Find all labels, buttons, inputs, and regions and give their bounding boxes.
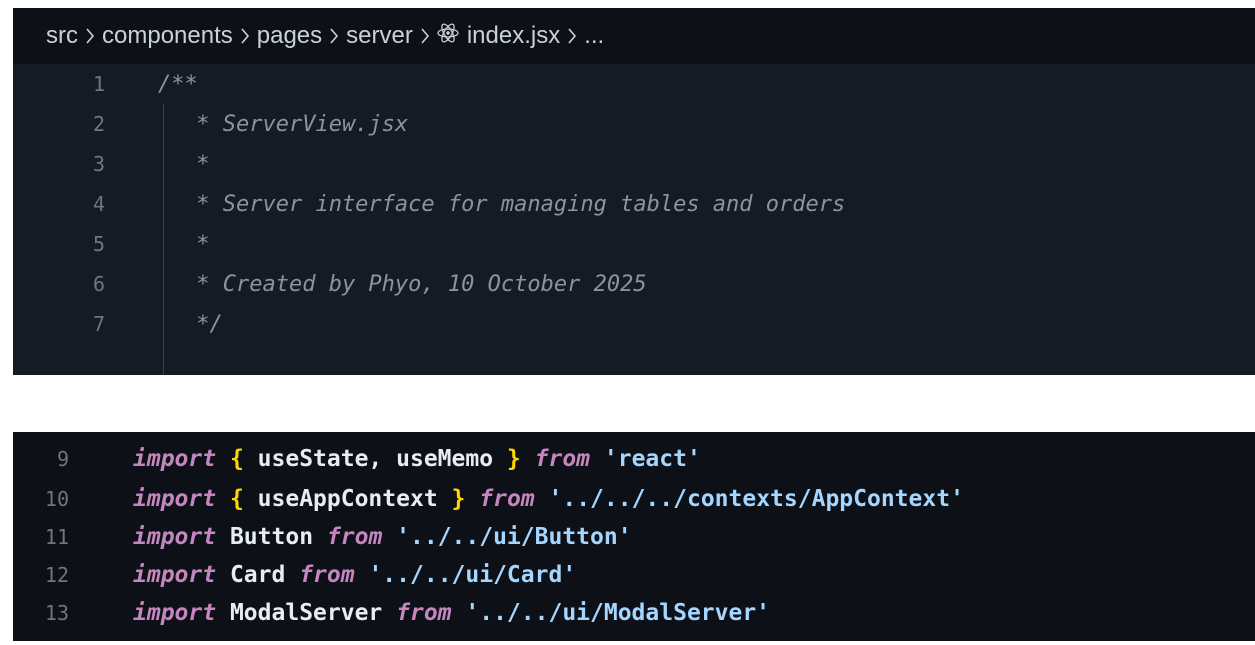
line-number: 4 bbox=[92, 192, 105, 216]
code-line: 12 import Card from '../../ui/Card' bbox=[13, 554, 1255, 596]
code-line: 3 * bbox=[13, 144, 1255, 184]
module-path: 'react' bbox=[603, 446, 701, 472]
react-icon bbox=[437, 22, 459, 51]
named-imports: useAppContext bbox=[243, 486, 452, 512]
keyword-import: import bbox=[133, 600, 217, 626]
breadcrumb-item-more[interactable]: ... bbox=[584, 22, 604, 50]
module-path: '../../ui/Card' bbox=[368, 562, 577, 588]
code-line: 5 * bbox=[13, 224, 1255, 264]
breadcrumb-item-file[interactable]: index.jsx bbox=[467, 22, 560, 50]
keyword-import: import bbox=[133, 562, 217, 588]
line-number: 12 bbox=[44, 563, 69, 587]
editor-panel-header: src components pages server index.jsx ..… bbox=[13, 8, 1255, 375]
line-number: 2 bbox=[92, 112, 105, 136]
comment-text: * bbox=[183, 231, 210, 257]
code-text: import Button from '../../ui/Button' bbox=[133, 524, 632, 550]
line-number: 3 bbox=[92, 152, 105, 176]
code-area-comment[interactable]: 1 /** 2 * ServerView.jsx 3 * 4 * Server … bbox=[13, 64, 1255, 375]
keyword-from: from bbox=[299, 562, 355, 588]
comment-text: * bbox=[183, 151, 210, 177]
line-number: 11 bbox=[44, 525, 69, 549]
breadcrumb: src components pages server index.jsx ..… bbox=[13, 8, 1255, 64]
code-line: 2 * ServerView.jsx bbox=[13, 104, 1255, 144]
brace-close: } bbox=[506, 446, 521, 472]
code-text: import ModalServer from '../../ui/ModalS… bbox=[133, 600, 770, 626]
code-text: import Card from '../../ui/Card' bbox=[133, 562, 576, 588]
brace-open: { bbox=[229, 486, 244, 512]
code-text: import { useAppContext } from '../../../… bbox=[133, 486, 964, 512]
keyword-from: from bbox=[326, 524, 383, 550]
code-line: 11 import Button from '../../ui/Button' bbox=[13, 516, 1255, 558]
line-number: 7 bbox=[92, 312, 105, 336]
keyword-from: from bbox=[534, 446, 591, 472]
code-line: 4 * Server interface for managing tables… bbox=[13, 184, 1255, 224]
keyword-from: from bbox=[396, 600, 452, 626]
chevron-right-icon bbox=[566, 26, 578, 46]
code-line: 7 */ bbox=[13, 304, 1255, 344]
default-import: ModalServer bbox=[229, 600, 383, 626]
breadcrumb-item-src[interactable]: src bbox=[46, 22, 78, 50]
breadcrumb-item-components[interactable]: components bbox=[102, 22, 233, 50]
code-line: 9 import { useState, useMemo } from 'rea… bbox=[13, 438, 1255, 480]
keyword-import: import bbox=[133, 486, 217, 512]
chevron-right-icon bbox=[419, 26, 431, 46]
code-line: 1 /** bbox=[13, 64, 1255, 104]
module-path: '../../ui/Button' bbox=[396, 524, 632, 550]
line-number: 5 bbox=[92, 232, 105, 256]
code-line: 6 * Created by Phyo, 10 October 2025 bbox=[13, 264, 1255, 304]
keyword-from: from bbox=[479, 486, 535, 512]
keyword-import: import bbox=[133, 446, 217, 472]
code-area-imports[interactable]: 9 import { useState, useMemo } from 'rea… bbox=[13, 432, 1255, 641]
breadcrumb-item-server[interactable]: server bbox=[346, 22, 413, 50]
brace-close: } bbox=[451, 486, 466, 512]
default-import: Card bbox=[229, 562, 286, 588]
comment-text: /** bbox=[158, 71, 198, 97]
code-line: 13 import ModalServer from '../../ui/Mod… bbox=[13, 592, 1255, 634]
named-imports: useState, useMemo bbox=[243, 446, 507, 472]
comment-text: * Server interface for managing tables a… bbox=[183, 191, 846, 217]
chevron-right-icon bbox=[328, 26, 340, 46]
breadcrumb-item-pages[interactable]: pages bbox=[257, 22, 322, 50]
brace-open: { bbox=[229, 446, 244, 472]
line-number: 6 bbox=[92, 272, 105, 296]
line-number: 13 bbox=[44, 601, 69, 625]
chevron-right-icon bbox=[84, 26, 96, 46]
keyword-import: import bbox=[133, 524, 217, 550]
line-number: 10 bbox=[44, 487, 69, 511]
code-text: import { useState, useMemo } from 'react… bbox=[133, 446, 701, 472]
code-line: 10 import { useAppContext } from '../../… bbox=[13, 478, 1255, 520]
comment-text: */ bbox=[183, 311, 223, 337]
line-number: 1 bbox=[92, 72, 105, 96]
default-import: Button bbox=[229, 524, 314, 550]
comment-text: * ServerView.jsx bbox=[183, 111, 409, 137]
line-number: 9 bbox=[56, 447, 69, 471]
module-path: '../../../contexts/AppContext' bbox=[548, 486, 964, 512]
comment-text: * Created by Phyo, 10 October 2025 bbox=[183, 271, 647, 297]
chevron-right-icon bbox=[239, 26, 251, 46]
module-path: '../../ui/ModalServer' bbox=[465, 600, 771, 626]
